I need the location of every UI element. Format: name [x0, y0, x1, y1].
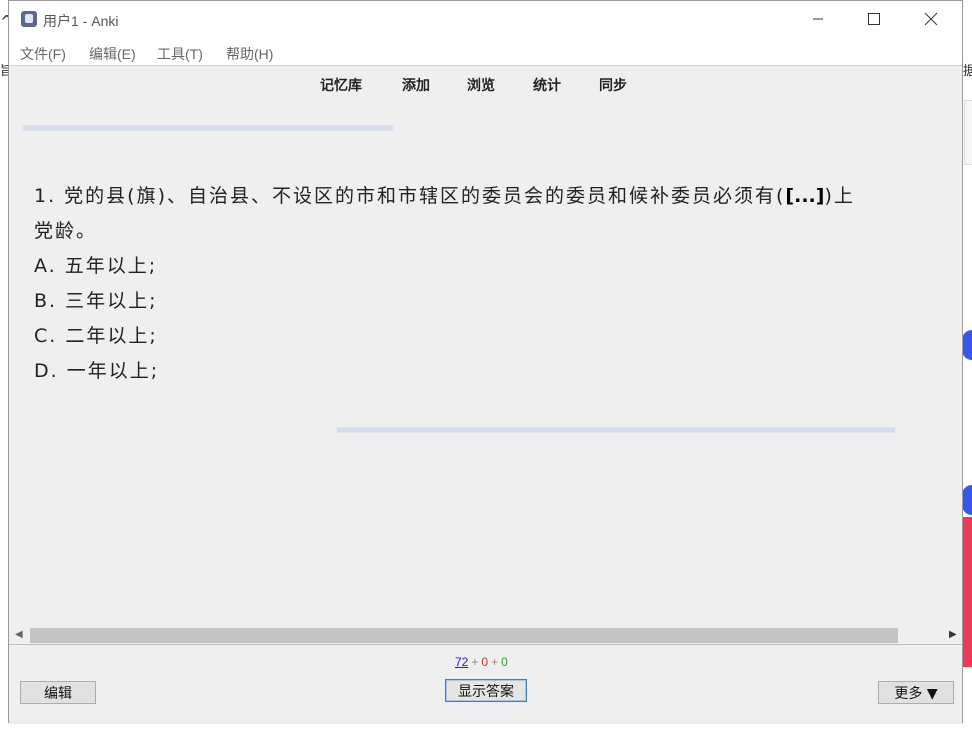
horizontal-scrollbar[interactable]: ◀ ▶: [9, 627, 962, 643]
background-fragment-text-right: 据: [963, 64, 972, 79]
bottom-bar: 72 +0 +0 编辑 显示答案 更多 ▼: [9, 644, 962, 724]
anki-window: 用户1 - Anki 文件(F) 编辑(E) 工具(T) 帮助(H) 记忆库 添…: [8, 0, 963, 724]
option-b: B. 三年以上;: [34, 290, 158, 312]
question-text: 1. 党的县(旗)、自治县、不设区的市和市辖区的委员会的委员和候补委员必须有(: [34, 185, 786, 207]
maximize-button[interactable]: [851, 1, 897, 37]
cloze-blank: [...]: [785, 185, 825, 207]
question-text-tail: )上: [824, 185, 855, 207]
menu-file[interactable]: 文件(F): [20, 44, 66, 64]
menu-edit[interactable]: 编辑(E): [89, 44, 136, 64]
close-icon: [924, 12, 938, 26]
question-line-2: 党龄。: [34, 220, 98, 242]
scroll-right-arrow-icon[interactable]: ▶: [949, 627, 957, 643]
edit-button[interactable]: 编辑: [20, 681, 96, 704]
maximize-icon: [868, 13, 880, 25]
scroll-left-arrow-icon[interactable]: ◀: [15, 627, 23, 643]
background-panel: [964, 100, 972, 165]
option-a: A. 五年以上;: [34, 255, 158, 277]
top-toolbar: 记忆库 添加 浏览 统计 同步: [9, 66, 962, 100]
toolbar-add-link[interactable]: 添加: [402, 75, 430, 95]
decorative-divider: [23, 125, 393, 131]
menu-tools[interactable]: 工具(T): [157, 44, 203, 64]
new-count[interactable]: 72: [455, 655, 468, 669]
minimize-button[interactable]: [795, 1, 841, 37]
review-count: 0: [501, 655, 508, 669]
title-bar[interactable]: 用户1 - Anki: [9, 1, 962, 39]
learn-count: 0: [481, 655, 489, 669]
window-title: 用户1 - Anki: [43, 13, 119, 29]
background-red-shape: [962, 517, 972, 667]
background-blue-shape: [962, 330, 972, 360]
background-blue-shape: [962, 485, 972, 515]
toolbar-decks-link[interactable]: 记忆库: [320, 75, 362, 95]
close-button[interactable]: [908, 1, 954, 37]
question-line-1: 1. 党的县(旗)、自治县、不设区的市和市辖区的委员会的委员和候补委员必须有([…: [34, 179, 944, 214]
option-d: D. 一年以上;: [34, 360, 160, 382]
due-counts: 72 +0 +0: [455, 655, 508, 669]
toolbar-sync-link[interactable]: 同步: [599, 75, 627, 95]
menu-help[interactable]: 帮助(H): [226, 44, 273, 64]
count-separator: +: [471, 655, 479, 669]
menu-bar: 文件(F) 编辑(E) 工具(T) 帮助(H): [9, 39, 962, 66]
show-answer-button[interactable]: 显示答案: [445, 679, 527, 702]
decorative-divider: [337, 427, 895, 433]
card-content: 1. 党的县(旗)、自治县、不设区的市和市辖区的委员会的委员和候补委员必须有([…: [34, 179, 944, 389]
option-c: C. 二年以上;: [34, 325, 158, 347]
count-separator: +: [491, 655, 499, 669]
anki-app-icon: [21, 11, 37, 27]
scrollbar-thumb[interactable]: [30, 628, 898, 643]
toolbar-stats-link[interactable]: 统计: [533, 75, 561, 95]
more-button[interactable]: 更多 ▼: [878, 681, 954, 704]
toolbar-browse-link[interactable]: 浏览: [467, 75, 495, 95]
minimize-icon: [813, 18, 823, 20]
